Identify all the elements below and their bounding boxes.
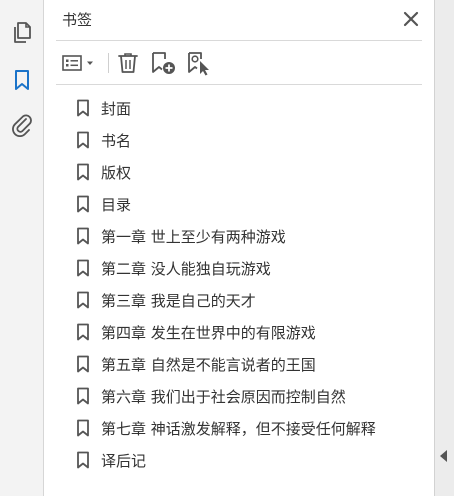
navigation-rail — [0, 0, 44, 496]
bookmark-label: 第一章 世上至少有两种游戏 — [101, 227, 286, 246]
bookmark-item[interactable]: 版权 — [76, 156, 428, 188]
bookmarks-button[interactable] — [8, 66, 36, 94]
bookmark-item[interactable]: 封面 — [76, 92, 428, 124]
bookmark-label: 第五章 自然是不能言说者的王国 — [101, 355, 316, 374]
bookmarks-panel: 书签 封面 书名 版权 目录 第一章 世上至少有两种游戏 第二章 没人能独自玩游… — [44, 0, 434, 496]
bookmark-label: 书名 — [101, 131, 132, 150]
bookmark-item[interactable]: 第七章 神话激发解释，但不接受任何解释 — [76, 412, 428, 444]
bookmark-icon — [77, 323, 89, 341]
bookmark-icon — [77, 227, 89, 245]
trash-icon — [118, 53, 138, 73]
bookmark-label: 第三章 我是自己的天才 — [101, 291, 256, 310]
header-divider — [56, 40, 422, 41]
bookmark-icon — [77, 291, 89, 309]
bookmark-label: 第七章 神话激发解释，但不接受任何解释 — [101, 419, 376, 438]
bookmarks-toolbar — [56, 47, 416, 79]
bookmark-label: 译后记 — [101, 451, 147, 470]
bookmark-item[interactable]: 译后记 — [76, 444, 428, 476]
bookmark-label: 目录 — [101, 195, 132, 214]
panel-title: 书签 — [62, 11, 93, 29]
pages-button[interactable] — [8, 19, 36, 47]
bookmark-label: 第四章 发生在世界中的有限游戏 — [101, 323, 316, 342]
bookmark-icon — [77, 163, 89, 181]
chevron-down-icon — [87, 61, 93, 65]
collapse-arrow-icon[interactable] — [440, 450, 447, 462]
options-button[interactable] — [60, 49, 100, 77]
bookmark-icon — [77, 195, 89, 213]
pages-icon — [14, 22, 31, 43]
bookmark-item[interactable]: 第二章 没人能独自玩游戏 — [76, 252, 428, 284]
bookmark-item[interactable]: 目录 — [76, 188, 428, 220]
right-pane-strip — [434, 0, 454, 496]
bookmark-label: 第六章 我们出于社会原因而控制自然 — [101, 387, 346, 406]
list-options-icon — [62, 55, 93, 71]
bookmark-icon — [77, 387, 89, 405]
bookmark-item[interactable]: 书名 — [76, 124, 428, 156]
bookmark-label: 封面 — [101, 99, 132, 118]
bookmark-item[interactable]: 第四章 发生在世界中的有限游戏 — [76, 316, 428, 348]
bookmark-icon — [77, 419, 89, 437]
paperclip-icon — [12, 114, 32, 137]
bookmark-icon — [77, 99, 89, 117]
bookmark-list: 封面书名版权目录第一章 世上至少有两种游戏 第二章 没人能独自玩游戏 第三章 我是自… — [76, 92, 428, 476]
bookmark-item[interactable]: 第五章 自然是不能言说者的王国 — [76, 348, 428, 380]
bookmark-search-icon — [188, 52, 209, 76]
bookmark-label: 第二章 没人能独自玩游戏 — [101, 259, 271, 278]
delete-bookmark-button[interactable] — [114, 49, 142, 77]
new-bookmark-button[interactable] — [148, 49, 178, 77]
toolbar-divider-line — [56, 84, 422, 85]
bookmark-item[interactable]: 第六章 我们出于社会原因而控制自然 — [76, 380, 428, 412]
bookmark-add-icon — [152, 52, 175, 74]
close-button[interactable] — [402, 10, 420, 28]
find-current-bookmark-button[interactable] — [184, 49, 214, 77]
bookmark-icon — [77, 355, 89, 373]
bookmark-icon — [77, 451, 89, 469]
bookmark-label: 版权 — [101, 163, 132, 182]
toolbar-divider — [108, 53, 109, 73]
bookmark-item[interactable]: 第三章 我是自己的天才 — [76, 284, 428, 316]
bookmark-icon — [77, 259, 89, 277]
bookmark-icon — [15, 70, 29, 90]
close-icon — [403, 11, 419, 27]
bookmark-icon — [77, 131, 89, 149]
bookmark-item[interactable]: 第一章 世上至少有两种游戏 — [76, 220, 428, 252]
attachments-button[interactable] — [8, 111, 36, 139]
